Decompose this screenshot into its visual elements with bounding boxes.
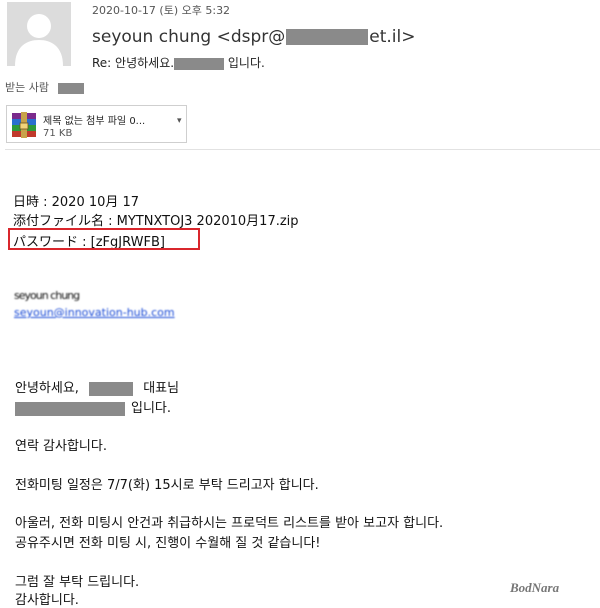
intro-suffix: 입니다. bbox=[131, 401, 172, 416]
redacted-block bbox=[58, 82, 85, 94]
attachment-name: 제목 없는 첨부 파일 0... bbox=[43, 116, 146, 127]
redacted-block bbox=[89, 381, 134, 396]
request-line-1: 아울러, 전화 미팅시 안건과 취급하시는 프로덕트 리스트를 받아 보고자 합… bbox=[15, 516, 444, 531]
person-silhouette-icon bbox=[7, 2, 71, 66]
recipient-label: 받는 사람 bbox=[5, 81, 49, 94]
redacted-block bbox=[174, 57, 225, 70]
header-divider bbox=[5, 149, 600, 150]
subject-suffix: 입니다. bbox=[224, 56, 265, 70]
body-date-line: 日時 : 2020 10月 17 bbox=[13, 195, 140, 210]
greeting-line: 안녕하세요, 대표님 bbox=[15, 377, 179, 396]
attachment-size: 71 KB bbox=[43, 128, 73, 139]
watermark-logo: BodNara bbox=[510, 580, 560, 595]
subject-prefix: Re: 안녕하세요. bbox=[92, 56, 175, 70]
thanks-line: 연락 감사합니다. bbox=[15, 439, 107, 454]
request-line-2: 공유주시면 전화 미팅 시, 진행이 수월해 질 것 같습니다! bbox=[15, 536, 321, 551]
sent-date: 2020-10-17 (토) 오후 5:32 bbox=[92, 4, 231, 17]
redacted-block bbox=[286, 29, 369, 45]
intro-line: 입니다. bbox=[15, 397, 171, 416]
chevron-down-icon[interactable]: ▾ bbox=[177, 116, 182, 126]
meeting-line: 전화미팅 일정은 7/7(화) 15시로 부탁 드리고자 합니다. bbox=[15, 478, 319, 493]
password-highlight-box bbox=[8, 228, 200, 250]
sender-avatar bbox=[7, 2, 71, 66]
body-file-line: 添付ファイル名 : MYTNXTOJ3 202010月17.zip bbox=[13, 214, 299, 229]
subject-line: Re: 안녕하세요. 입니다. bbox=[92, 54, 265, 71]
sender-domain-suffix: et.il> bbox=[369, 27, 416, 47]
recipient-line: 받는 사람 bbox=[5, 79, 85, 95]
redacted-block bbox=[15, 401, 125, 416]
winrar-archive-icon bbox=[12, 112, 36, 138]
attachment-card[interactable]: 제목 없는 첨부 파일 0... 71 KB ▾ bbox=[6, 105, 187, 143]
greeting-suffix: 대표님 bbox=[143, 381, 180, 396]
greeting-prefix: 안녕하세요, bbox=[15, 381, 79, 396]
sender-name-prefix: seyoun chung <dspr@ bbox=[92, 27, 286, 47]
sender-line[interactable]: seyoun chung <dspr@ et.il> bbox=[92, 27, 416, 47]
message-header: 2020-10-17 (토) 오후 5:32 seyoun chung <dsp… bbox=[0, 0, 600, 150]
closing-line-2: 감사합니다. bbox=[15, 593, 79, 608]
signature-link[interactable]: seyoun@innovation-hub.com bbox=[14, 306, 175, 319]
signature-name: seyoun chung bbox=[14, 289, 80, 302]
closing-line: 그럼 잘 부탁 드립니다. bbox=[15, 575, 140, 590]
